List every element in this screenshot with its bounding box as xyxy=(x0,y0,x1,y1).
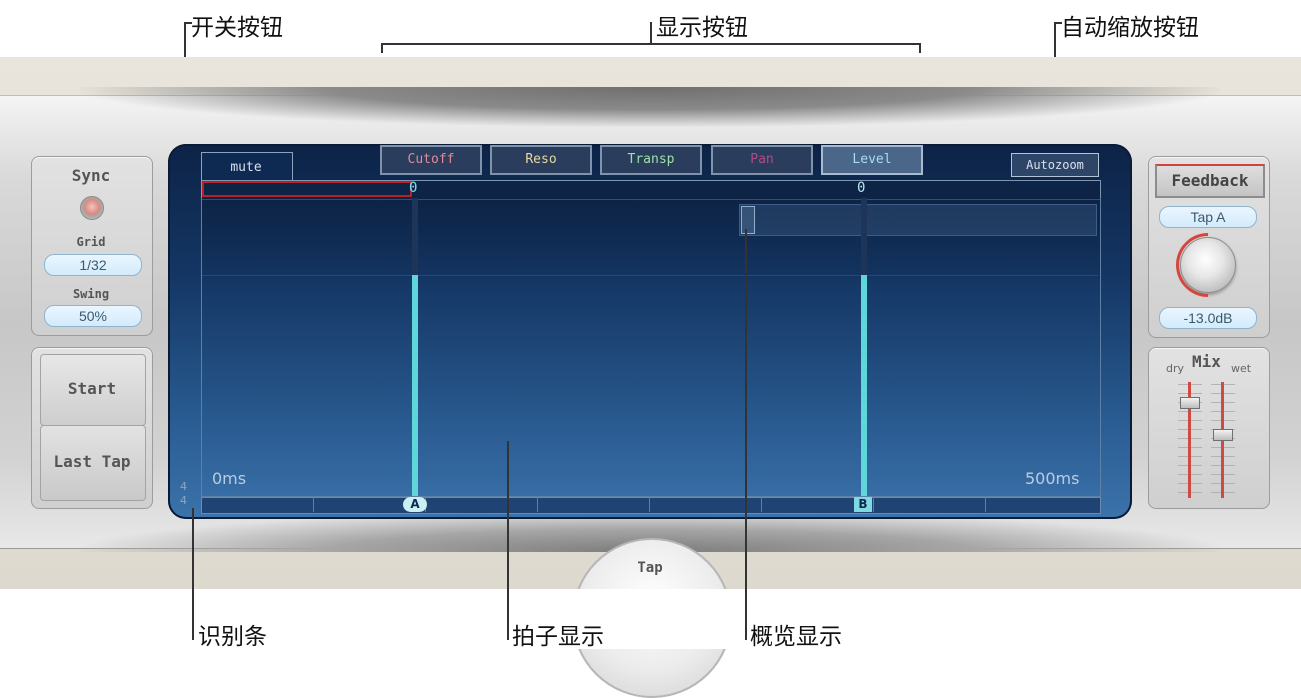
signature-top: 4 xyxy=(180,480,187,493)
callout-line xyxy=(745,229,747,640)
feedback-button[interactable]: Feedback xyxy=(1155,164,1265,198)
time-end-label: 500ms xyxy=(1025,469,1080,488)
tap-b-value: 0 xyxy=(857,180,866,196)
swing-label: Swing xyxy=(72,287,110,301)
callout-autozoom-button: 自动缩放按钮 xyxy=(1061,15,1199,41)
signature-bottom: 4 xyxy=(180,494,187,507)
beat-display[interactable] xyxy=(201,198,1101,497)
identify-bar-tick xyxy=(761,497,762,512)
display-button-pan[interactable]: Pan xyxy=(711,145,813,175)
callout-identify-bar: 识别条 xyxy=(198,624,267,650)
identify-bar-tick xyxy=(537,497,538,512)
mix-dry-label: dry xyxy=(1166,362,1185,375)
callout-line xyxy=(184,22,192,24)
bottom-margin xyxy=(0,589,1301,649)
level-value-field[interactable]: -13.0dB xyxy=(1159,307,1257,329)
last-tap-label: Last Tap xyxy=(53,452,131,471)
autozoom-button[interactable]: Autozoom xyxy=(1011,153,1099,177)
start-label: Start xyxy=(67,379,117,398)
callout-bracket xyxy=(381,43,383,53)
tap-b-marker[interactable]: B xyxy=(854,497,872,512)
callout-bracket xyxy=(919,43,921,53)
tap-a-level-bar[interactable] xyxy=(412,275,418,496)
sync-button[interactable] xyxy=(80,196,104,220)
callout-bracket xyxy=(650,22,652,44)
graph-divider xyxy=(202,275,1098,276)
grid-label: Grid xyxy=(76,235,106,249)
display-button-transp[interactable]: Transp xyxy=(600,145,702,175)
callout-line xyxy=(507,441,509,640)
callout-overview-display: 概览显示 xyxy=(750,624,842,650)
wet-slider-thumb[interactable] xyxy=(1213,429,1233,441)
display-button-cutoff[interactable]: Cutoff xyxy=(380,145,482,175)
identify-bar[interactable] xyxy=(201,497,1101,514)
mix-title: Mix xyxy=(1192,352,1221,371)
tap-b-level-bar[interactable] xyxy=(861,275,867,496)
callout-display-buttons: 显示按钮 xyxy=(656,15,748,41)
dry-slider-thumb[interactable] xyxy=(1180,397,1200,409)
callout-switch-button: 开关按钮 xyxy=(191,15,283,41)
tap-a-marker[interactable]: A xyxy=(403,497,427,512)
grid-value-field[interactable]: 1/32 xyxy=(44,254,142,276)
identify-bar-tick xyxy=(313,497,314,512)
identify-bar-tick xyxy=(649,497,650,512)
identify-bar-tick xyxy=(873,497,874,512)
frame-shadow-top xyxy=(80,87,1220,127)
sync-label: Sync xyxy=(71,166,111,185)
overview-display[interactable] xyxy=(739,204,1097,236)
swing-value-field[interactable]: 50% xyxy=(44,305,142,327)
tap-button-label: Tap xyxy=(637,560,663,576)
mute-tab-label: mute xyxy=(230,160,262,175)
display-button-level[interactable]: Level xyxy=(821,145,923,175)
callout-line xyxy=(1054,22,1062,24)
callout-line xyxy=(192,508,194,640)
overview-handle[interactable] xyxy=(741,206,755,234)
tap-select-field[interactable]: Tap A xyxy=(1159,206,1257,228)
callout-beat-display: 拍子显示 xyxy=(512,624,604,650)
display-button-reso[interactable]: Reso xyxy=(490,145,592,175)
switch-bar-muted-segment xyxy=(202,181,412,197)
tap-a-value: 0 xyxy=(409,180,418,196)
time-start-label: 0ms xyxy=(212,469,247,488)
identify-bar-tick xyxy=(985,497,986,512)
mix-wet-label: wet xyxy=(1231,362,1252,375)
